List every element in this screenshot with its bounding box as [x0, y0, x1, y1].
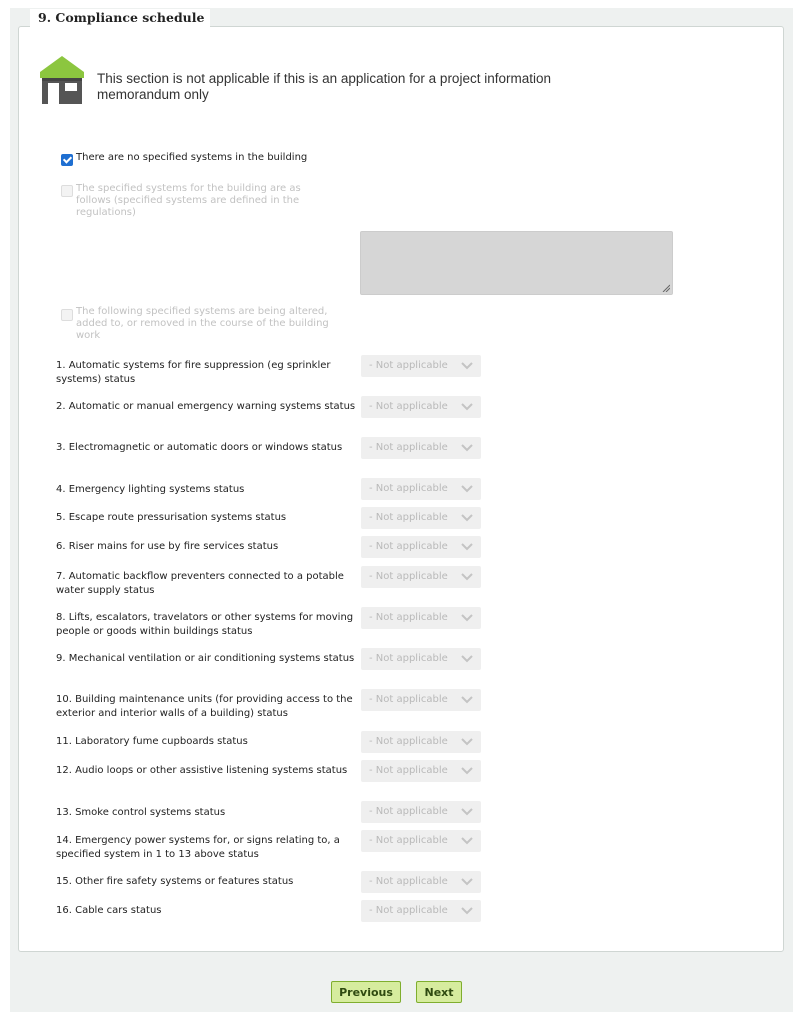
chevron-down-icon	[461, 878, 473, 886]
system-10-status-value: - Not applicable	[369, 694, 448, 705]
system-14-label: 14. Emergency power systems for, or sign…	[56, 835, 340, 860]
system-9-status-value: - Not applicable	[369, 653, 448, 664]
system-11-status-select[interactable]: - Not applicable	[361, 731, 481, 753]
next-button[interactable]: Next	[416, 981, 462, 1003]
system-12-status-value: - Not applicable	[369, 765, 448, 776]
system-2-status-value: - Not applicable	[369, 401, 448, 412]
chevron-down-icon	[461, 767, 473, 775]
system-10-status-select[interactable]: - Not applicable	[361, 689, 481, 711]
chevron-down-icon	[461, 485, 473, 493]
system-7-label: 7. Automatic backflow preventers connect…	[56, 571, 344, 596]
system-12-status-select[interactable]: - Not applicable	[361, 760, 481, 782]
system-3-status-select[interactable]: - Not applicable	[361, 437, 481, 459]
chevron-down-icon	[461, 808, 473, 816]
no-specified-systems-checkbox[interactable]	[61, 154, 73, 166]
chevron-down-icon	[461, 573, 473, 581]
chevron-down-icon	[461, 696, 473, 704]
system-6-status-value: - Not applicable	[369, 541, 448, 552]
system-9-status-select[interactable]: - Not applicable	[361, 648, 481, 670]
chevron-down-icon	[461, 403, 473, 411]
system-5-status-value: - Not applicable	[369, 512, 448, 523]
system-15-status-value: - Not applicable	[369, 876, 448, 887]
system-2-status-select[interactable]: - Not applicable	[361, 396, 481, 418]
not-applicable-notice: This section is not applicable if this i…	[97, 71, 551, 102]
navigation-footer	[10, 954, 793, 1012]
chevron-down-icon	[461, 907, 473, 915]
system-13-status-select[interactable]: - Not applicable	[361, 801, 481, 823]
system-3-label: 3. Electromagnetic or automatic doors or…	[56, 442, 343, 453]
specified-systems-label: The specified systems for the building a…	[76, 183, 301, 218]
section-title: 9. Compliance schedule	[30, 9, 211, 27]
systems-altered-checkbox[interactable]	[61, 309, 73, 321]
system-13-label: 13. Smoke control systems status	[56, 807, 226, 818]
previous-button[interactable]: Previous	[331, 981, 401, 1003]
system-15-label: 15. Other fire safety systems or feature…	[56, 876, 294, 887]
system-9-label: 9. Mechanical ventilation or air conditi…	[56, 653, 355, 664]
system-5-status-select[interactable]: - Not applicable	[361, 507, 481, 529]
system-6-status-select[interactable]: - Not applicable	[361, 536, 481, 558]
system-2-label: 2. Automatic or manual emergency warning…	[56, 401, 356, 412]
system-16-label: 16. Cable cars status	[56, 905, 162, 916]
chevron-down-icon	[461, 655, 473, 663]
system-5-label: 5. Escape route pressurisation systems s…	[56, 512, 287, 523]
specified-systems-textarea[interactable]	[360, 231, 673, 295]
system-16-status-value: - Not applicable	[369, 905, 448, 916]
system-4-status-select[interactable]: - Not applicable	[361, 478, 481, 500]
system-1-label: 1. Automatic systems for fire suppressio…	[56, 360, 331, 385]
system-1-status-value: - Not applicable	[369, 360, 448, 371]
system-4-label: 4. Emergency lighting systems status	[56, 484, 245, 495]
system-7-status-value: - Not applicable	[369, 571, 448, 582]
system-13-status-value: - Not applicable	[369, 806, 448, 817]
system-1-status-select[interactable]: - Not applicable	[361, 355, 481, 377]
system-14-status-value: - Not applicable	[369, 835, 448, 846]
chevron-down-icon	[461, 444, 473, 452]
system-8-label: 8. Lifts, escalators, travelators or oth…	[56, 612, 354, 637]
system-14-status-select[interactable]: - Not applicable	[361, 830, 481, 852]
system-8-status-value: - Not applicable	[369, 612, 448, 623]
no-specified-systems-label: There are no specified systems in the bu…	[76, 152, 308, 163]
resize-grip-icon[interactable]	[662, 284, 670, 292]
system-4-status-value: - Not applicable	[369, 483, 448, 494]
chevron-down-icon	[461, 614, 473, 622]
systems-altered-label: The following specified systems are bein…	[76, 306, 329, 341]
chevron-down-icon	[461, 362, 473, 370]
system-8-status-select[interactable]: - Not applicable	[361, 607, 481, 629]
system-3-status-value: - Not applicable	[369, 442, 448, 453]
system-15-status-select[interactable]: - Not applicable	[361, 871, 481, 893]
system-11-label: 11. Laboratory fume cupboards status	[56, 736, 248, 747]
chevron-down-icon	[461, 837, 473, 845]
chevron-down-icon	[461, 514, 473, 522]
system-12-label: 12. Audio loops or other assistive liste…	[56, 765, 348, 776]
house-icon	[40, 56, 84, 104]
system-16-status-select[interactable]: - Not applicable	[361, 900, 481, 922]
chevron-down-icon	[461, 543, 473, 551]
system-10-label: 10. Building maintenance units (for prov…	[56, 694, 353, 719]
chevron-down-icon	[461, 738, 473, 746]
system-11-status-value: - Not applicable	[369, 736, 448, 747]
system-6-label: 6. Riser mains for use by fire services …	[56, 541, 279, 552]
specified-systems-checkbox[interactable]	[61, 185, 73, 197]
system-7-status-select[interactable]: - Not applicable	[361, 566, 481, 588]
